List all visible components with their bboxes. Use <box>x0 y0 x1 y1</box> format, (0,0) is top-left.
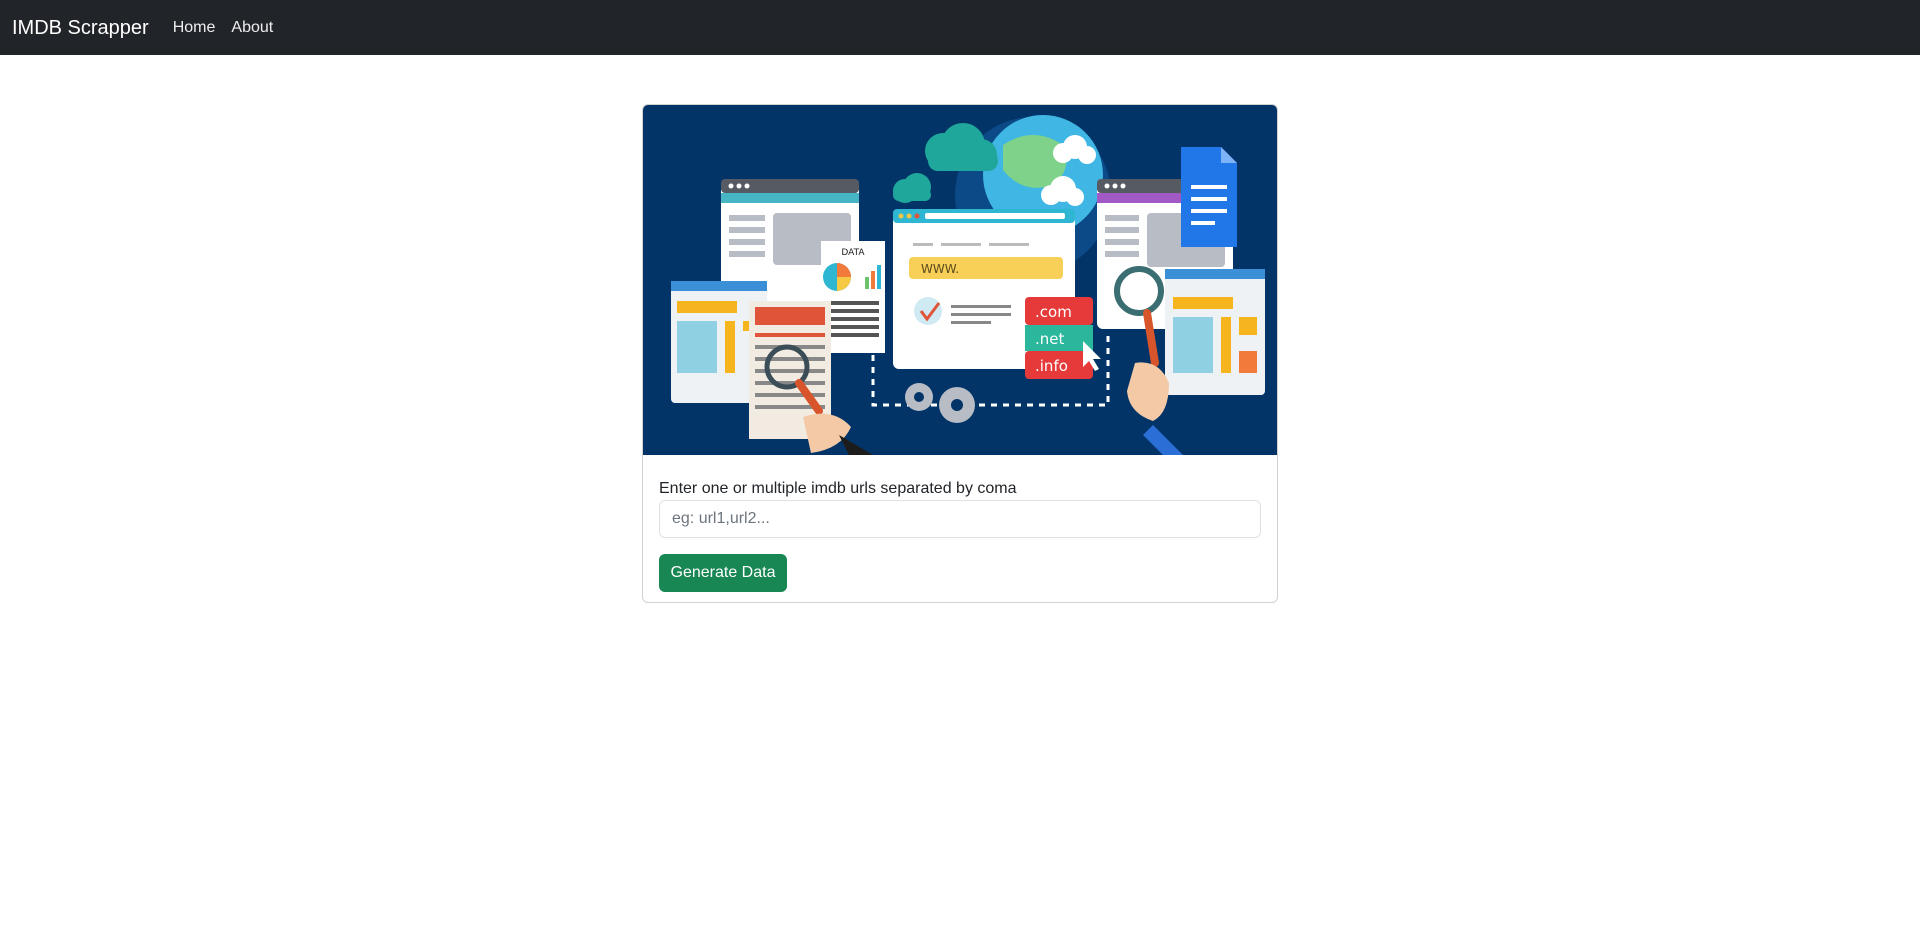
scraper-form: Enter one or multiple imdb urls separate… <box>643 455 1277 602</box>
svg-text:DATA: DATA <box>841 248 865 258</box>
small-right-window <box>1165 269 1265 395</box>
generate-data-button[interactable]: Generate Data <box>659 554 787 592</box>
nav-link-about[interactable]: About <box>231 16 273 40</box>
urls-input[interactable] <box>659 500 1261 538</box>
domain-tags: .com .net .info <box>1025 297 1101 379</box>
svg-text:WWW.: WWW. <box>921 262 959 276</box>
svg-text:.info: .info <box>1035 357 1068 375</box>
scraper-card: DATA WWW. .com .net .info Enter one or m… <box>642 104 1278 603</box>
top-navbar: IMDB Scrapper Home About <box>0 0 1920 55</box>
svg-text:.com: .com <box>1035 303 1072 321</box>
nav-link-home[interactable]: Home <box>173 16 216 40</box>
document-icon <box>1181 147 1237 247</box>
navbar-brand[interactable]: IMDB Scrapper <box>12 14 149 42</box>
web-scraping-illustration: DATA WWW. .com .net .info <box>643 105 1277 455</box>
svg-text:.net: .net <box>1035 330 1065 348</box>
urls-label: Enter one or multiple imdb urls separate… <box>659 480 1017 497</box>
